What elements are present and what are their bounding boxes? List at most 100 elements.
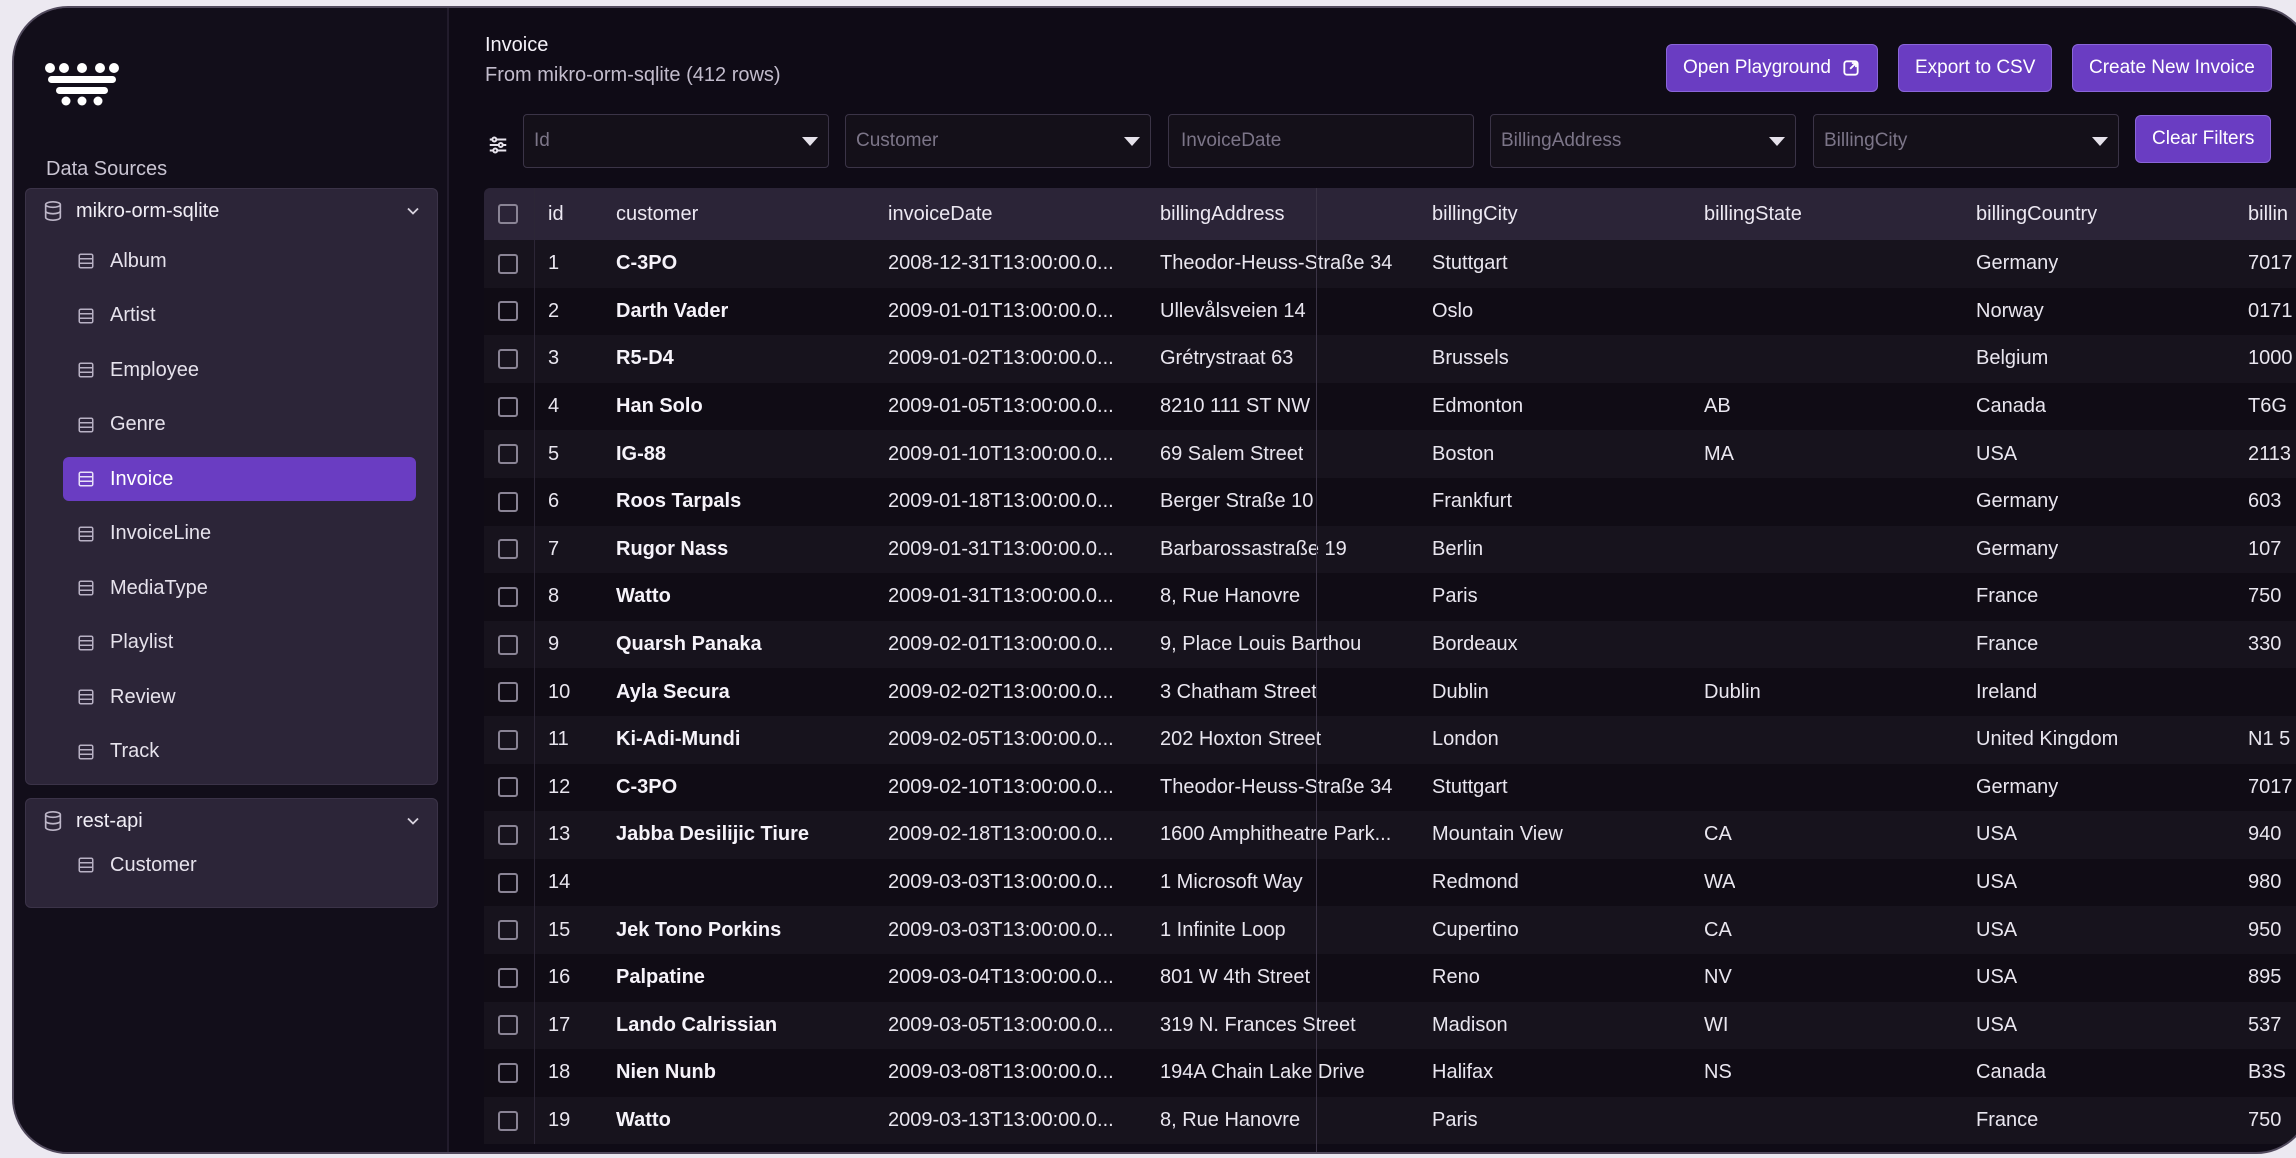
cell-id: 5 [548,442,560,465]
export-csv-button[interactable]: Export to CSV [1898,44,2053,92]
sidebar-item-customer[interactable]: Customer [63,843,416,887]
sidebar-item-invoiceline[interactable]: InvoiceLine [63,512,416,556]
sidebar-item-invoice[interactable]: Invoice [63,457,416,501]
cell-billingaddress: 801 W 4th Street [1160,966,1311,989]
row-checkbox[interactable] [498,348,518,369]
row-checkbox[interactable] [498,1110,518,1131]
create-new-invoice-button[interactable]: Create New Invoice [2072,44,2272,92]
column-header-billingstate[interactable]: billingState [1704,188,1802,240]
row-checkbox[interactable] [498,682,518,703]
row-checkbox[interactable] [498,1062,518,1083]
filter-billingaddress-select[interactable]: BillingAddress [1490,114,1796,168]
row-checkbox[interactable] [498,777,518,798]
filter-customer-select[interactable]: Customer [845,114,1151,168]
sidebar-item-genre[interactable]: Genre [63,403,416,447]
table-row[interactable]: 6 Roos Tarpals 2009-01-18T13:00:00.0... Ber… [484,478,2296,526]
row-checkbox[interactable] [498,491,518,512]
row-checkbox[interactable] [498,444,518,465]
source-card-rest-api: rest-api Customer [25,798,438,908]
filter-sliders-icon[interactable] [487,134,509,156]
table-row[interactable]: 11 Ki-Adi-Mundi 2009-02-05T13:00:00.0... 20… [484,716,2296,764]
table-row[interactable]: 4 Han Solo 2009-01-05T13:00:00.0... 8210 11… [484,382,2296,431]
table-row[interactable]: 7 Rugor Nass 2009-01-31T13:00:00.0... Barba… [484,525,2296,574]
table-row[interactable]: 15 Jek Tono Porkins 2009-03-03T13:00:00.0.… [484,906,2296,954]
sidebar-item-mediatype[interactable]: MediaType [63,566,416,610]
sidebar-item-label: Genre [110,413,166,435]
filter-id-select[interactable]: Id [523,114,829,168]
table-icon [78,689,94,705]
row-checkbox[interactable] [498,967,518,988]
table-row[interactable]: 16 Palpatine 2009-03-04T13:00:00.0... 801 W… [484,954,2296,1002]
table-row[interactable]: 3 R5-D4 2009-01-02T13:00:00.0... Grétrystra… [484,335,2296,383]
sidebar-item-review[interactable]: Review [63,675,416,719]
chevron-down-icon[interactable] [403,811,423,831]
row-checkbox[interactable] [498,539,518,560]
row-checkbox-cell [498,240,518,288]
table-icon [78,362,94,378]
table-row[interactable]: 17 Lando Calrissian 2009-03-05T13:00:00.0.… [484,1001,2296,1050]
column-separator [534,573,535,621]
row-checkbox[interactable] [498,301,518,322]
cell-customer: Jek Tono Porkins [616,918,782,941]
table-row[interactable]: 13 Jabba Desilijic Tiure 2009-02-18T13:00:… [484,811,2296,859]
sidebar-item-track[interactable]: Track [63,730,416,774]
cell-billingcountry: USA [1976,871,2018,894]
table-row[interactable]: 8 Watto 2009-01-31T13:00:00.0... 8, Rue Han… [484,573,2296,621]
column-header-id[interactable]: id [548,188,564,240]
cell-id: 18 [548,1061,571,1084]
sidebar-item-label: Review [110,685,176,708]
sidebar-item-artist[interactable]: Artist [63,294,416,338]
row-checkbox[interactable] [498,824,518,845]
source-header-mikro-orm-sqlite[interactable]: mikro-orm-sqlite [26,189,437,233]
cell-invoicedate: 2008-12-31T13:00:00.0... [888,252,1114,275]
table-row[interactable]: 9 Quarsh Panaka 2009-02-01T13:00:00.0... 9,… [484,620,2296,669]
column-header-billingaddress[interactable]: billingAddress [1160,188,1285,240]
select-all-checkbox[interactable] [498,204,518,224]
cell-billingaddress: Ullevålsveien 14 [1160,299,1306,322]
sidebar-item-employee[interactable]: Employee [63,348,416,392]
cell-invoicedate: 2009-02-10T13:00:00.0... [888,775,1114,798]
row-checkbox[interactable] [498,586,518,607]
row-checkbox[interactable] [498,1015,518,1036]
cell-id: 16 [548,966,571,989]
cell-billingstate: NV [1704,966,1732,989]
sidebar-item-playlist[interactable]: Playlist [63,621,416,665]
table-row[interactable]: 12 C-3PO 2009-02-10T13:00:00.0... Theodor-H… [484,763,2296,812]
row-checkbox[interactable] [498,920,518,941]
table-row[interactable]: 19 Watto 2009-03-13T13:00:00.0... 8, Rue Ha… [484,1096,2296,1145]
table-row[interactable]: 2 Darth Vader 2009-01-01T13:00:00.0... Ulle… [484,287,2296,336]
chevron-down-icon [802,136,818,146]
column-separator [534,811,535,859]
filter-invoicedate-input[interactable]: InvoiceDate [1168,114,1474,168]
column-header-billingpostalcode[interactable]: billin [2248,188,2288,240]
source-header-rest-api[interactable]: rest-api [26,799,437,843]
row-checkbox[interactable] [498,253,518,274]
row-checkbox[interactable] [498,396,518,417]
row-checkbox-cell [498,1002,518,1050]
cell-billingcountry: Ireland [1976,680,2038,703]
chevron-down-icon [1769,136,1785,146]
cell-invoicedate: 2009-01-10T13:00:00.0... [888,442,1114,465]
column-separator [534,906,535,954]
table-row[interactable]: 5 IG-88 2009-01-10T13:00:00.0... 69 Salem S… [484,430,2296,478]
row-checkbox[interactable] [498,872,518,893]
column-separator [534,525,535,574]
table-row[interactable]: 14 2009-03-03T13:00:00.0... 1 Microsoft Wa… [484,858,2296,907]
row-checkbox[interactable] [498,634,518,655]
chevron-down-icon[interactable] [403,201,423,221]
column-header-billingcity[interactable]: billingCity [1432,188,1518,240]
table-row[interactable]: 10 Ayla Secura 2009-02-02T13:00:00.0... 3 C… [484,668,2296,716]
column-header-customer[interactable]: customer [616,188,698,240]
sidebar-item-album[interactable]: Album [63,239,416,283]
table-row[interactable]: 18 Nien Nunb 2009-03-08T13:00:00.0... 194A … [484,1049,2296,1097]
clear-filters-button[interactable]: Clear Filters [2135,115,2272,163]
row-checkbox-cell [498,859,518,907]
row-checkbox[interactable] [498,729,518,750]
filter-billingcity-placeholder: BillingCity [1824,130,1908,151]
table-row[interactable]: 1 C-3PO 2008-12-31T13:00:00.0... Theodor-He… [484,240,2296,288]
filter-billingcity-select[interactable]: BillingCity [1813,114,2119,168]
open-playground-button[interactable]: Open Playground [1666,44,1878,92]
column-header-invoicedate[interactable]: invoiceDate [888,188,993,240]
column-header-billingcountry[interactable]: billingCountry [1976,188,2097,240]
cell-billingcountry: Germany [1976,490,2059,513]
